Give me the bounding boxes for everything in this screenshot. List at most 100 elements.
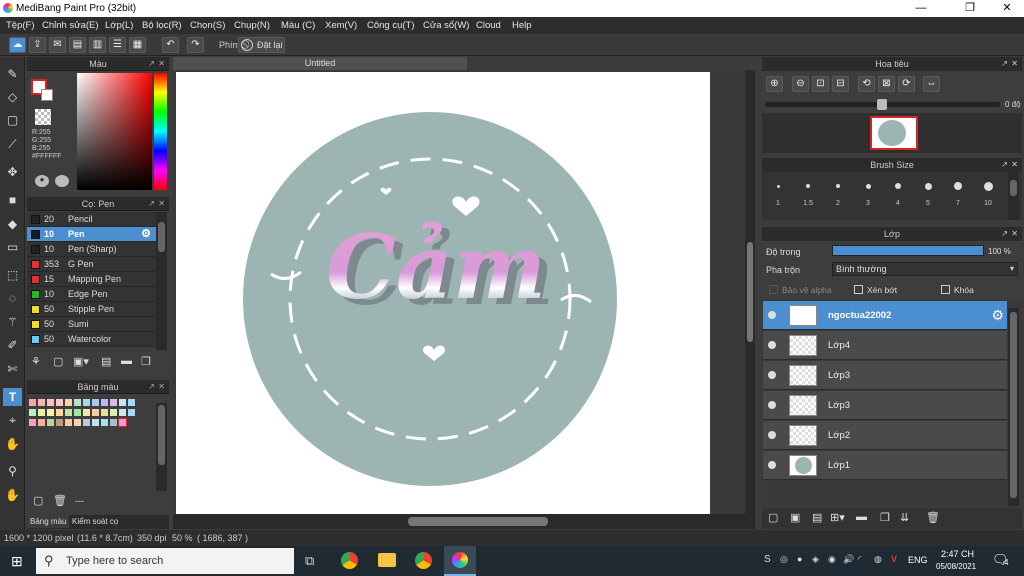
select-pen-icon[interactable]: ✐ [3,336,22,354]
clock-date[interactable]: 05/08/2021 [936,562,976,571]
palette-swatch[interactable] [118,418,127,427]
brush-item[interactable]: 10 Pen ⚙ [27,227,167,242]
canvas-area[interactable]: Cảm Cảm [173,70,755,514]
palette-swatch[interactable] [29,409,36,416]
maximize-button[interactable]: ❐ [955,0,985,17]
menu-color[interactable]: Màu (C) [281,20,315,31]
shape-icon[interactable]: ▢ [3,111,22,129]
palette-swatch[interactable] [128,399,135,406]
menu-layer[interactable]: Lớp(L) [105,20,133,31]
menu-view[interactable]: Xem(V) [325,20,357,31]
palette-swatch[interactable] [65,409,72,416]
close-icon[interactable]: ✕ [158,197,165,211]
new-halftone-layer-icon[interactable]: ▣ [790,511,800,524]
palette-swatch[interactable] [29,419,36,426]
grid-icon[interactable]: ▦ [129,37,146,53]
new-icon[interactable]: ▢ [53,355,63,368]
add-brush-icon[interactable]: ⚘ [31,355,41,368]
brush-size-cell[interactable]: 5 [914,174,942,210]
tab-palette[interactable]: Bảng màu [27,515,70,528]
task-view-icon[interactable]: ⧉ [305,553,314,569]
eye-icon[interactable] [768,341,776,349]
layer-row[interactable]: ngoctua22002 ⚙ [763,301,1007,330]
medibang-taskbar-button[interactable] [444,546,476,576]
opacity-slider[interactable] [832,245,984,256]
add-palette-icon[interactable]: ▢ [33,494,43,507]
rotate-left-icon[interactable]: ⟲ [858,76,875,92]
layer-row[interactable]: Lớp3 [763,361,1007,390]
brush-size-cell[interactable]: 7 [944,174,972,210]
network-tray-icon[interactable]: ◈ [812,554,819,565]
zoom-in-icon[interactable]: ⊕ [766,76,783,92]
clip-checkbox[interactable] [854,285,863,294]
flip-icon[interactable]: ⇔ [923,76,940,92]
scroll-thumb[interactable] [158,222,165,252]
lasso-icon[interactable]: ◌ [3,289,22,307]
minimize-button[interactable]: — [906,0,936,17]
palette-swatch[interactable] [119,399,126,406]
vivaldi-icon[interactable]: V [891,554,897,564]
windows-start-icon[interactable]: ⊞ [11,553,23,570]
popout-icon[interactable]: ↗ [1001,57,1008,71]
antivirus-icon[interactable]: ◍ [874,554,882,565]
palette-swatch[interactable] [83,419,90,426]
lock-checkbox[interactable] [941,285,950,294]
tray-icon[interactable]: ● [797,554,802,564]
merge-icon[interactable]: ⇊ [900,511,909,524]
rotation-slider[interactable] [765,99,1000,110]
palette-swatch[interactable] [38,409,45,416]
palette-swatch[interactable] [38,419,45,426]
trash-icon[interactable]: 🗑 [53,494,67,507]
palette-swatch[interactable] [101,399,108,406]
speaker-icon[interactable]: 🔊 [843,554,854,565]
brush-item[interactable]: 50 Sumi [27,317,167,332]
eye-icon[interactable] [768,371,776,379]
brush-icon[interactable]: ✎ [3,65,22,83]
slider-thumb[interactable] [877,99,887,110]
rotate-reset-icon[interactable]: ⊠ [878,76,895,92]
brush-size-cell[interactable]: 10 [974,174,1002,210]
close-icon[interactable]: ✕ [1011,227,1018,241]
actual-size-icon[interactable]: ⊟ [832,76,849,92]
list-icon[interactable]: ☰ [109,37,126,53]
palette-swatch[interactable] [83,409,90,416]
clock-time[interactable]: 2:47 CH [941,549,974,559]
preview-viewport[interactable] [870,116,918,150]
move-icon[interactable]: ✥ [3,163,22,181]
palette-swatch[interactable] [101,409,108,416]
menu-file[interactable]: Tệp(F) [6,20,35,31]
layer-row[interactable]: Lớp1 [763,451,1007,480]
brush-menu-icon[interactable]: ▣▾ [73,355,89,368]
palette-swatch[interactable] [47,409,54,416]
gear-icon[interactable]: ⚙ [141,227,151,240]
edit-icon[interactable]: ▤ [101,355,111,368]
new-layer-icon[interactable]: ▢ [768,511,778,524]
color-wheel-icon[interactable]: ● [35,175,49,187]
menu-edit[interactable]: Chỉnh sửa(E) [42,20,99,31]
eye-icon[interactable] [768,461,776,469]
palette-swatch[interactable] [38,399,45,406]
reset-button[interactable]: ⃠ Đặt lại [238,37,285,53]
palette-swatch[interactable] [119,409,126,416]
gear-icon[interactable]: ⚙ [991,307,1004,324]
redo-icon[interactable]: ↷ [187,37,204,53]
brush-size-cell[interactable]: 3 [854,174,882,210]
scroll-thumb[interactable] [158,405,165,465]
palette-swatch[interactable] [56,419,63,426]
palette-swatch[interactable] [110,409,117,416]
brush-item[interactable]: 20 Pencil [27,212,167,227]
layer-row[interactable]: Lớp2 [763,421,1007,450]
scroll-thumb[interactable] [1010,312,1017,498]
menu-capture[interactable]: Chụp(N) [234,20,270,31]
brush-size-cell[interactable]: 1 [764,174,792,210]
palette-swatch[interactable] [128,409,135,416]
undo-icon[interactable]: ↶ [162,37,179,53]
palette-swatch[interactable] [110,419,117,426]
menu-help[interactable]: Help [512,20,532,31]
wifi-icon[interactable]: ◜ [858,554,862,565]
menu-window[interactable]: Cửa sổ(W) [423,20,469,31]
color-slider-icon[interactable] [55,175,69,187]
brush-size-scrollbar[interactable] [1008,172,1019,220]
language-indicator[interactable]: ENG [908,555,928,565]
brush-size-cell[interactable]: 2 [824,174,852,210]
